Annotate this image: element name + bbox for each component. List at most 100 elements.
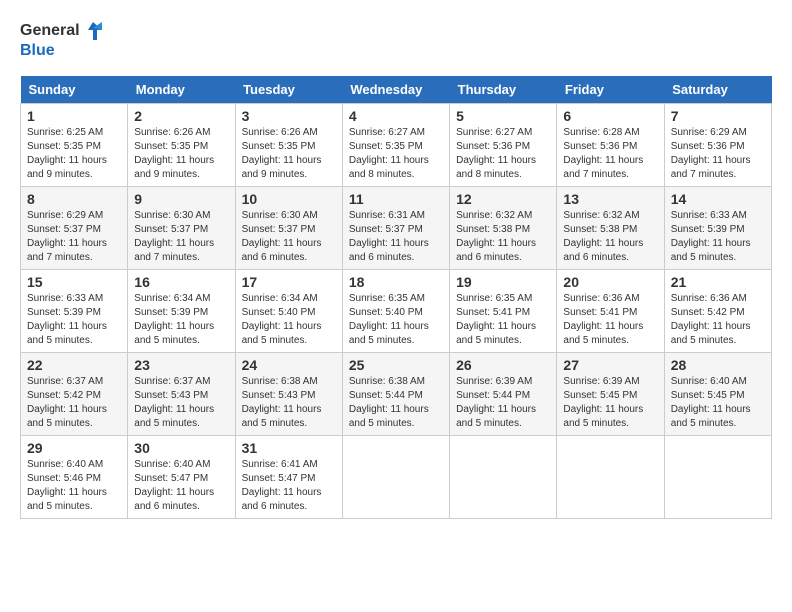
- day-info: Sunrise: 6:34 AMSunset: 5:40 PMDaylight:…: [242, 292, 336, 348]
- calendar-cell: 14Sunrise: 6:33 AMSunset: 5:39 PMDayligh…: [664, 186, 771, 269]
- calendar-cell: 15 Sunrise: 6:33 AMSunset: 5:39 PMDayligh…: [21, 269, 128, 352]
- calendar-cell: 11Sunrise: 6:31 AMSunset: 5:37 PMDayligh…: [342, 186, 449, 269]
- logo: General Blue: [20, 20, 104, 60]
- day-number: 9: [134, 191, 228, 207]
- day-number: 18: [349, 274, 443, 290]
- calendar-cell: 20Sunrise: 6:36 AMSunset: 5:41 PMDayligh…: [557, 269, 664, 352]
- day-info: Sunrise: 6:36 AMSunset: 5:42 PMDaylight:…: [671, 292, 765, 348]
- calendar-cell: [664, 435, 771, 518]
- day-number: 17: [242, 274, 336, 290]
- day-number: 29: [27, 440, 121, 456]
- calendar-cell: 10 Sunrise: 6:30 AMSunset: 5:37 PMDayligh…: [235, 186, 342, 269]
- day-info: Sunrise: 6:38 AMSunset: 5:44 PMDaylight:…: [349, 375, 443, 431]
- page-header: General Blue: [20, 20, 772, 60]
- calendar-cell: 3 Sunrise: 6:26 AMSunset: 5:35 PMDaylight…: [235, 103, 342, 186]
- day-info: Sunrise: 6:27 AMSunset: 5:35 PMDaylight:…: [349, 126, 443, 182]
- day-number: 1: [27, 108, 121, 124]
- day-number: 3: [242, 108, 336, 124]
- weekday-header-sunday: Sunday: [21, 76, 128, 104]
- day-info: Sunrise: 6:27 AMSunset: 5:36 PMDaylight:…: [456, 126, 550, 182]
- day-number: 14: [671, 191, 765, 207]
- day-info: Sunrise: 6:33 AMSunset: 5:39 PMDaylight:…: [27, 292, 121, 348]
- calendar-cell: 31Sunrise: 6:41 AMSunset: 5:47 PMDayligh…: [235, 435, 342, 518]
- calendar-cell: 18Sunrise: 6:35 AMSunset: 5:40 PMDayligh…: [342, 269, 449, 352]
- logo-general: General: [20, 22, 80, 40]
- calendar-cell: 12Sunrise: 6:32 AMSunset: 5:38 PMDayligh…: [450, 186, 557, 269]
- calendar-cell: 1 Sunrise: 6:25 AMSunset: 5:35 PMDaylight…: [21, 103, 128, 186]
- day-info: Sunrise: 6:40 AMSunset: 5:47 PMDaylight:…: [134, 458, 228, 514]
- calendar-cell: 9 Sunrise: 6:30 AMSunset: 5:37 PMDaylight…: [128, 186, 235, 269]
- calendar-cell: 6 Sunrise: 6:28 AMSunset: 5:36 PMDaylight…: [557, 103, 664, 186]
- day-number: 30: [134, 440, 228, 456]
- day-number: 2: [134, 108, 228, 124]
- day-info: Sunrise: 6:34 AMSunset: 5:39 PMDaylight:…: [134, 292, 228, 348]
- week-row-1: 1 Sunrise: 6:25 AMSunset: 5:35 PMDaylight…: [21, 103, 772, 186]
- day-number: 13: [563, 191, 657, 207]
- day-info: Sunrise: 6:37 AMSunset: 5:43 PMDaylight:…: [134, 375, 228, 431]
- calendar-cell: [557, 435, 664, 518]
- weekday-header-friday: Friday: [557, 76, 664, 104]
- day-number: 15: [27, 274, 121, 290]
- weekday-header-wednesday: Wednesday: [342, 76, 449, 104]
- week-row-2: 8 Sunrise: 6:29 AMSunset: 5:37 PMDaylight…: [21, 186, 772, 269]
- day-info: Sunrise: 6:26 AMSunset: 5:35 PMDaylight:…: [242, 126, 336, 182]
- day-number: 23: [134, 357, 228, 373]
- calendar-cell: 24 Sunrise: 6:38 AMSunset: 5:43 PMDayligh…: [235, 352, 342, 435]
- calendar-cell: 5Sunrise: 6:27 AMSunset: 5:36 PMDaylight…: [450, 103, 557, 186]
- calendar-cell: 13Sunrise: 6:32 AMSunset: 5:38 PMDayligh…: [557, 186, 664, 269]
- calendar-cell: 26 Sunrise: 6:39 AMSunset: 5:44 PMDayligh…: [450, 352, 557, 435]
- logo-bird-icon: [82, 20, 104, 42]
- day-number: 31: [242, 440, 336, 456]
- day-number: 19: [456, 274, 550, 290]
- day-info: Sunrise: 6:30 AMSunset: 5:37 PMDaylight:…: [242, 209, 336, 265]
- day-info: Sunrise: 6:40 AMSunset: 5:46 PMDaylight:…: [27, 458, 121, 514]
- calendar-cell: [342, 435, 449, 518]
- day-number: 7: [671, 108, 765, 124]
- week-row-3: 15 Sunrise: 6:33 AMSunset: 5:39 PMDayligh…: [21, 269, 772, 352]
- calendar-cell: 28Sunrise: 6:40 AMSunset: 5:45 PMDayligh…: [664, 352, 771, 435]
- calendar-cell: 21Sunrise: 6:36 AMSunset: 5:42 PMDayligh…: [664, 269, 771, 352]
- calendar-cell: 22Sunrise: 6:37 AMSunset: 5:42 PMDayligh…: [21, 352, 128, 435]
- day-number: 24: [242, 357, 336, 373]
- calendar-cell: 2 Sunrise: 6:26 AMSunset: 5:35 PMDaylight…: [128, 103, 235, 186]
- calendar-cell: 16 Sunrise: 6:34 AMSunset: 5:39 PMDayligh…: [128, 269, 235, 352]
- week-row-5: 29 Sunrise: 6:40 AMSunset: 5:46 PMDayligh…: [21, 435, 772, 518]
- day-info: Sunrise: 6:30 AMSunset: 5:37 PMDaylight:…: [134, 209, 228, 265]
- day-info: Sunrise: 6:36 AMSunset: 5:41 PMDaylight:…: [563, 292, 657, 348]
- calendar-cell: [450, 435, 557, 518]
- calendar-table: SundayMondayTuesdayWednesdayThursdayFrid…: [20, 76, 772, 519]
- calendar-cell: 25 Sunrise: 6:38 AMSunset: 5:44 PMDayligh…: [342, 352, 449, 435]
- week-row-4: 22Sunrise: 6:37 AMSunset: 5:42 PMDayligh…: [21, 352, 772, 435]
- calendar-cell: 7 Sunrise: 6:29 AMSunset: 5:36 PMDaylight…: [664, 103, 771, 186]
- day-info: Sunrise: 6:31 AMSunset: 5:37 PMDaylight:…: [349, 209, 443, 265]
- day-info: Sunrise: 6:25 AMSunset: 5:35 PMDaylight:…: [27, 126, 121, 182]
- day-number: 25: [349, 357, 443, 373]
- day-info: Sunrise: 6:29 AMSunset: 5:37 PMDaylight:…: [27, 209, 121, 265]
- weekday-header-tuesday: Tuesday: [235, 76, 342, 104]
- day-info: Sunrise: 6:39 AMSunset: 5:44 PMDaylight:…: [456, 375, 550, 431]
- day-number: 6: [563, 108, 657, 124]
- day-number: 27: [563, 357, 657, 373]
- day-number: 4: [349, 108, 443, 124]
- day-number: 16: [134, 274, 228, 290]
- weekday-header-row: SundayMondayTuesdayWednesdayThursdayFrid…: [21, 76, 772, 104]
- calendar-cell: 19 Sunrise: 6:35 AMSunset: 5:41 PMDayligh…: [450, 269, 557, 352]
- day-info: Sunrise: 6:32 AMSunset: 5:38 PMDaylight:…: [456, 209, 550, 265]
- day-number: 10: [242, 191, 336, 207]
- calendar-cell: 23 Sunrise: 6:37 AMSunset: 5:43 PMDayligh…: [128, 352, 235, 435]
- day-number: 28: [671, 357, 765, 373]
- day-info: Sunrise: 6:28 AMSunset: 5:36 PMDaylight:…: [563, 126, 657, 182]
- weekday-header-saturday: Saturday: [664, 76, 771, 104]
- day-info: Sunrise: 6:35 AMSunset: 5:41 PMDaylight:…: [456, 292, 550, 348]
- weekday-header-monday: Monday: [128, 76, 235, 104]
- day-number: 26: [456, 357, 550, 373]
- day-number: 8: [27, 191, 121, 207]
- day-info: Sunrise: 6:38 AMSunset: 5:43 PMDaylight:…: [242, 375, 336, 431]
- logo-text: General Blue: [20, 20, 104, 60]
- calendar-cell: 30 Sunrise: 6:40 AMSunset: 5:47 PMDayligh…: [128, 435, 235, 518]
- calendar-cell: 4 Sunrise: 6:27 AMSunset: 5:35 PMDaylight…: [342, 103, 449, 186]
- day-info: Sunrise: 6:26 AMSunset: 5:35 PMDaylight:…: [134, 126, 228, 182]
- calendar-cell: 8 Sunrise: 6:29 AMSunset: 5:37 PMDaylight…: [21, 186, 128, 269]
- day-info: Sunrise: 6:29 AMSunset: 5:36 PMDaylight:…: [671, 126, 765, 182]
- logo-blue: Blue: [20, 42, 55, 60]
